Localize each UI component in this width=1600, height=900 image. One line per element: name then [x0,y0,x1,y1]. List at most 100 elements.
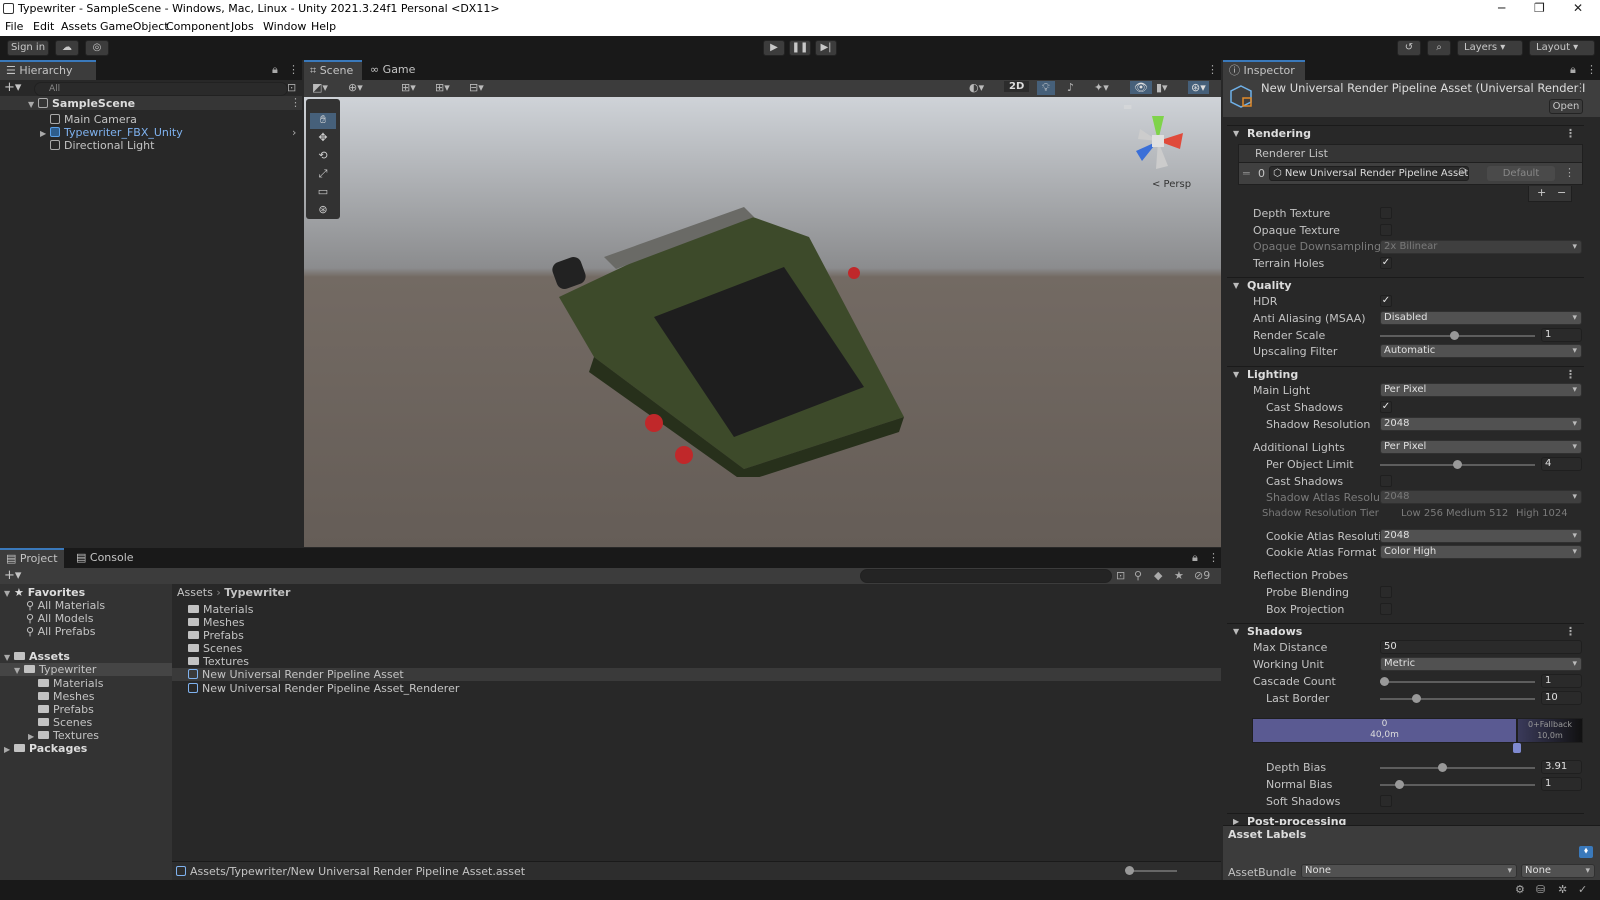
open-button[interactable]: Open [1549,99,1583,114]
filter-by-type-icon[interactable]: ⚲ [1134,569,1142,582]
search-icon[interactable]: ⌕ [1427,40,1451,56]
shading-mode-icon[interactable]: ◐▾ [969,81,984,94]
upscaling-filter-dropdown[interactable]: Automatic [1380,344,1582,358]
move-tool-icon[interactable]: ✥ [310,131,336,147]
cloud-icon[interactable]: ☁ [55,40,79,56]
kebab-menu-icon[interactable]: ⋮ [288,63,299,76]
msaa-dropdown[interactable]: Disabled [1380,311,1582,325]
kebab-menu-icon[interactable]: ⋮ [1207,63,1218,76]
asset-folder-prefabs[interactable]: Prefabs [188,629,244,642]
opaque-texture-checkbox[interactable] [1380,224,1392,236]
gizmos-icon[interactable]: ⊛▾ [1188,81,1209,94]
cascade-split-handle[interactable] [1513,743,1521,753]
depth-bias-input[interactable]: 3.91 [1541,760,1582,774]
hdr-checkbox[interactable]: ✓ [1380,295,1392,307]
working-unit-dropdown[interactable]: Metric [1380,657,1582,671]
last-border-slider[interactable] [1380,694,1535,703]
additional-lights-dropdown[interactable]: Per Pixel [1380,440,1582,454]
slider-knob[interactable] [1380,677,1389,686]
typewriter-tree-row[interactable]: ▼ Typewriter [0,663,172,676]
tree-folder-materials[interactable]: Materials [38,677,103,690]
tab-scene[interactable]: ⌗ Scene [304,60,362,80]
additional-cast-shadows-checkbox[interactable] [1380,475,1392,487]
create-asset-button[interactable]: +▾ [4,568,21,583]
slider-knob[interactable] [1450,331,1460,340]
lighting-section-header[interactable]: ▼ Lighting ⋮ [1227,366,1584,383]
label-tag-icon[interactable]: ⬧ [1579,846,1593,858]
normal-bias-slider[interactable] [1380,780,1535,789]
scene-viewport[interactable]: ✋︎ ✥ ⟲ ⤢ ▭ ⊛ ═ < Persp [304,97,1221,547]
breadcrumb-assets[interactable]: Assets [177,586,213,599]
tree-folder-textures[interactable]: ▶ Textures [28,729,99,742]
tree-folder-scenes[interactable]: Scenes [38,716,92,729]
max-distance-input[interactable]: 50 [1380,640,1582,654]
kebab-menu-icon[interactable]: ⋮ [1208,551,1219,564]
hierarchy-search-input[interactable]: All [34,82,288,96]
close-button[interactable]: ✕ [1573,1,1583,15]
draw-mode-icon[interactable]: ◩▾ [312,81,328,94]
menu-assets[interactable]: Assets [61,20,97,33]
search-by-type-icon[interactable]: ⊡ [1116,569,1125,582]
shadow-resolution-dropdown[interactable]: 2048 [1380,417,1582,431]
per-object-limit-input[interactable]: 4 [1541,457,1582,471]
scene-row[interactable]: ▼ SampleScene ⋮ [0,96,302,110]
tab-inspector[interactable]: ⓘ Inspector [1223,60,1305,80]
orientation-gizmo[interactable] [1128,111,1188,171]
rendering-section-header[interactable]: ▼ Rendering ⋮ [1227,125,1584,142]
pause-button[interactable]: ❚❚ [789,40,811,56]
scene-kebab-icon[interactable]: ⋮ [290,96,301,109]
increment-snap-icon[interactable]: ⊟▾ [469,81,484,94]
tree-folder-meshes[interactable]: Meshes [38,690,94,703]
hierarchy-item-directional-light[interactable]: Directional Light [50,139,154,152]
collab-icon[interactable]: ◎ [85,40,109,56]
section-kebab-icon[interactable]: ⋮ [1565,367,1576,383]
depth-bias-slider[interactable] [1380,763,1535,772]
menu-window[interactable]: Window [263,20,306,33]
render-scale-slider[interactable] [1380,331,1535,340]
section-kebab-icon[interactable]: ⋮ [1565,126,1576,142]
terrain-holes-checkbox[interactable]: ✓ [1380,257,1392,269]
renderer-item-menu-icon[interactable]: ⋮ [1564,166,1575,179]
main-light-dropdown[interactable]: Per Pixel [1380,383,1582,397]
asset-row-selected[interactable]: New Universal Render Pipeline Asset [172,668,1221,681]
opaque-downsampling-dropdown[interactable]: 2x Bilinear [1380,240,1582,254]
favorite-item[interactable]: ⚲ All Models [26,612,93,625]
grid-visibility-icon[interactable]: ⊞▾ [435,81,450,94]
favorite-item[interactable]: ⚲ All Prefabs [26,625,96,638]
icon-size-slider[interactable] [1125,866,1177,875]
grid-snap-icon[interactable]: ⊞▾ [401,81,416,94]
cascade-fallback-bar[interactable]: 0+Fallback 10,0m [1517,718,1583,743]
kebab-menu-icon[interactable]: ⋮ [1586,63,1597,76]
cookie-atlas-resolution-dropdown[interactable]: 2048 [1380,529,1582,543]
hand-tool-icon[interactable]: ✋︎ [310,113,336,129]
asset-folder-scenes[interactable]: Scenes [188,642,242,655]
layout-dropdown[interactable]: Layout ▾ [1529,40,1595,56]
cache-server-icon[interactable]: ⛁ [1536,883,1545,896]
play-button[interactable]: ▶ [763,40,785,56]
breadcrumb-typewriter[interactable]: Typewriter [224,586,290,599]
add-renderer-button[interactable]: + [1537,186,1546,199]
progress-icon[interactable]: ⚙ [1515,883,1525,896]
last-border-input[interactable]: 10 [1541,691,1582,705]
main-cast-shadows-checkbox[interactable]: ✓ [1380,401,1392,413]
lock-icon[interactable]: 🔒︎ [1192,551,1198,565]
lock-icon[interactable]: 🔒︎ [272,63,278,77]
slider-knob[interactable] [1394,780,1404,789]
debug-mode-icon[interactable]: ✲ [1558,883,1567,896]
box-projection-checkbox[interactable] [1380,603,1392,615]
add-object-button[interactable]: +▾ [4,80,21,95]
project-search-input[interactable] [860,569,1112,583]
packages-header[interactable]: ▶ Packages [4,742,87,755]
normal-bias-input[interactable]: 1 [1541,777,1582,791]
slider-knob[interactable] [1453,460,1462,469]
tab-hierarchy[interactable]: ☰ Hierarchy [0,60,96,80]
hierarchy-item-main-camera[interactable]: Main Camera [50,113,137,126]
assets-header[interactable]: ▼ Assets [4,650,70,663]
prefab-open-arrow-icon[interactable]: › [292,126,296,139]
effects-icon[interactable]: ✦▾ [1094,81,1109,94]
cascade-count-slider[interactable] [1380,677,1535,686]
favorite-star-icon[interactable]: ★ [1174,569,1184,582]
menu-edit[interactable]: Edit [33,20,54,33]
section-kebab-icon[interactable]: ⋮ [1565,624,1576,640]
soft-shadows-checkbox[interactable] [1380,795,1392,807]
